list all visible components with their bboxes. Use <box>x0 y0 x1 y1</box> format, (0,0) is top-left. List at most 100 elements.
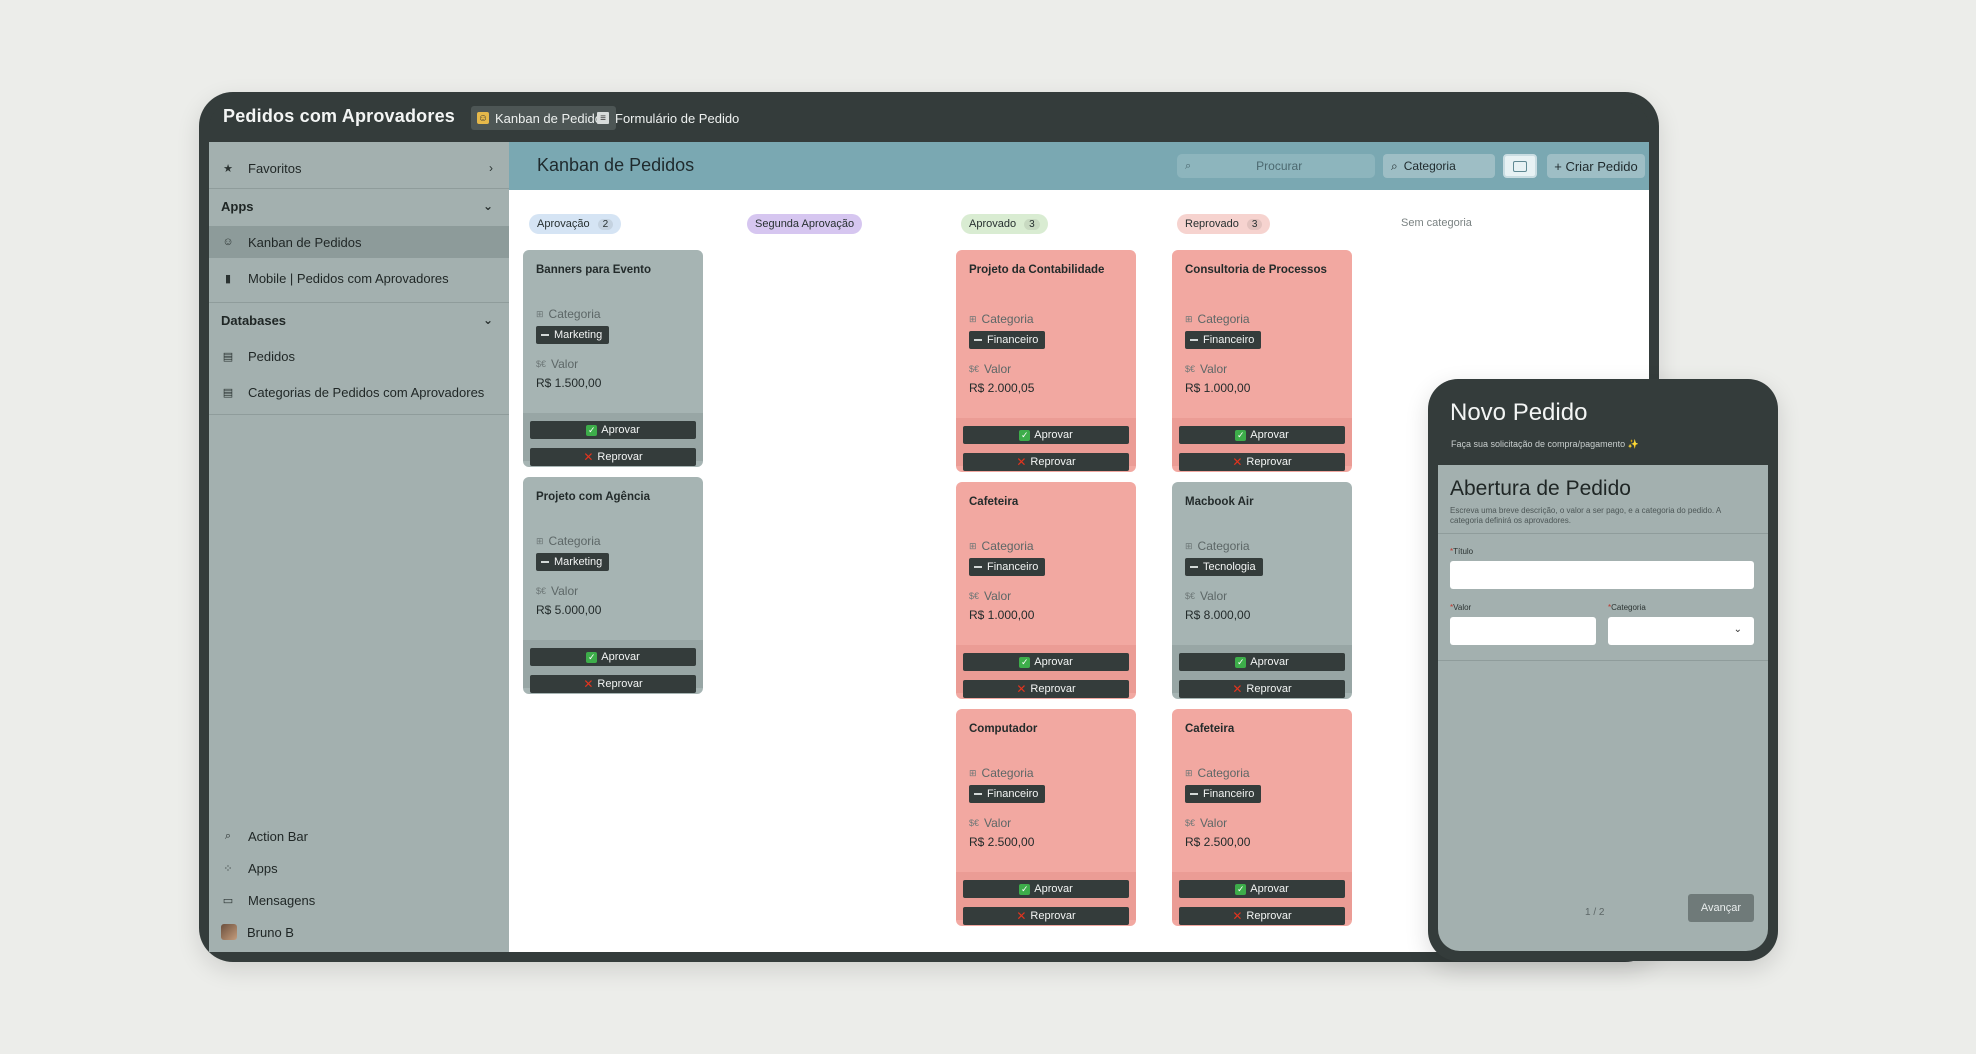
sidebar-user[interactable]: Bruno B <box>209 916 509 948</box>
sidebar-label: Apps <box>248 860 278 876</box>
check-icon: ✓ <box>1019 429 1031 441</box>
field-label-title: *Título <box>1450 547 1473 556</box>
card-actions: ✓ Aprovar ✕ Reprovar <box>956 872 1136 925</box>
button-label: Aprovar <box>1250 656 1289 668</box>
approve-button[interactable]: ✓ Aprovar <box>530 648 696 666</box>
category-tag: Financeiro <box>1185 331 1262 349</box>
field-label-value: *Valor <box>1450 603 1471 612</box>
category-filter-button[interactable]: ⌕ Categoria <box>1383 154 1495 178</box>
category-label: ⊞ Categoria <box>536 534 601 548</box>
cross-icon: ✕ <box>1016 682 1027 696</box>
approve-button[interactable]: ✓ Aprovar <box>963 653 1129 671</box>
kanban-card[interactable]: Cafeteira ⊞ Categoria Financeiro $€ Valor R$ 1… <box>956 482 1136 699</box>
title-input[interactable] <box>1450 561 1754 589</box>
check-icon: ✓ <box>586 424 598 436</box>
sidebar-databases-header[interactable]: Databases ⌄ <box>209 304 509 336</box>
cross-icon: ✕ <box>1232 909 1243 923</box>
reject-button[interactable]: ✕ Reprovar <box>963 680 1129 698</box>
approve-button[interactable]: ✓ Aprovar <box>1179 653 1345 671</box>
card-actions: ✓ Aprovar ✕ Reprovar <box>523 413 703 466</box>
approve-button[interactable]: ✓ Aprovar <box>1179 880 1345 898</box>
table-icon: ▤ <box>222 386 234 399</box>
create-order-button[interactable]: + Criar Pedido <box>1547 154 1645 178</box>
card-actions: ✓ Aprovar ✕ Reprovar <box>956 645 1136 698</box>
category-label: ⊞ Categoria <box>969 766 1034 780</box>
category-tag: Tecnologia <box>1185 558 1263 576</box>
label-text: Categoria <box>548 307 601 321</box>
button-label: Aprovar <box>1250 883 1289 895</box>
chevron-down-icon: ⌄ <box>482 199 493 213</box>
table-icon: ▤ <box>222 350 234 363</box>
search-icon: ⌕ <box>224 829 232 842</box>
category-label: ⊞ Categoria <box>1185 766 1250 780</box>
reject-button[interactable]: ✕ Reprovar <box>963 453 1129 471</box>
button-label: Aprovar <box>1034 883 1073 895</box>
sidebar-action-bar[interactable]: ⌕ Action Bar <box>209 820 509 852</box>
tab-form[interactable]: ≡ Formulário de Pedido <box>591 106 747 130</box>
button-label: Reprovar <box>1246 456 1292 468</box>
tag-icon <box>974 566 982 568</box>
category-label: ⊞ Categoria <box>536 307 601 321</box>
sidebar-apps-header[interactable]: Apps ⌄ <box>209 190 509 222</box>
reject-button[interactable]: ✕ Reprovar <box>963 907 1129 925</box>
sidebar-item-mobile[interactable]: ▮ Mobile | Pedidos com Aprovadores <box>209 262 509 294</box>
value-input[interactable] <box>1450 617 1596 645</box>
button-label: Categoria <box>1403 159 1456 173</box>
approve-button[interactable]: ✓ Aprovar <box>963 426 1129 444</box>
kanban-card[interactable]: Banners para Evento ⊞ Categoria Marketing $€… <box>523 250 703 467</box>
button-label: Reprovar <box>1030 910 1076 922</box>
approve-button[interactable]: ✓ Aprovar <box>530 421 696 439</box>
kanban-icon: ☺ <box>222 236 234 248</box>
sidebar-messages[interactable]: ▭ Mensagens <box>209 884 509 916</box>
card-title: Computador <box>969 723 1038 735</box>
category-label: ⊞ Categoria <box>1185 539 1250 553</box>
sidebar-label: Categorias de Pedidos com Aprovadores <box>248 384 485 400</box>
currency-icon: $€ <box>969 364 980 374</box>
sidebar-label: Mensagens <box>248 892 316 908</box>
kanban-card[interactable]: Cafeteira ⊞ Categoria Financeiro $€ Valor R$ 2… <box>1172 709 1352 926</box>
cross-icon: ✕ <box>1016 909 1027 923</box>
card-value: R$ 1.000,00 <box>1185 381 1251 395</box>
button-label: Reprovar <box>597 678 643 690</box>
next-button[interactable]: Avançar <box>1688 894 1754 922</box>
category-icon: ⊞ <box>536 535 544 546</box>
kanban-card[interactable]: Computador ⊞ Categoria Financeiro $€ Valor R$ … <box>956 709 1136 926</box>
category-select[interactable]: ⌄ <box>1608 617 1754 645</box>
category-tag: Financeiro <box>969 331 1046 349</box>
approve-button[interactable]: ✓ Aprovar <box>963 880 1129 898</box>
cross-icon: ✕ <box>1232 455 1243 469</box>
category-label: ⊞ Categoria <box>1185 312 1250 326</box>
approve-button[interactable]: ✓ Aprovar <box>1179 426 1345 444</box>
page-title: Kanban de Pedidos <box>537 155 695 175</box>
sidebar-item-categorias[interactable]: ▤ Categorias de Pedidos com Aprovadores <box>209 376 509 408</box>
kanban-card[interactable]: Consultoria de Processos ⊞ Categoria Financ… <box>1172 250 1352 472</box>
currency-icon: $€ <box>1185 591 1196 601</box>
value-label: $€ Valor <box>536 584 578 598</box>
kanban-card[interactable]: Projeto da Contabilidade ⊞ Categoria Financ… <box>956 250 1136 472</box>
reject-button[interactable]: ✕ Reprovar <box>530 448 696 466</box>
kanban-card[interactable]: Projeto com Agência ⊞ Categoria Marketing $€… <box>523 477 703 694</box>
currency-icon: $€ <box>969 591 980 601</box>
kanban-card[interactable]: Macbook Air ⊞ Categoria Tecnologia $€ Valor R$… <box>1172 482 1352 699</box>
sidebar-apps[interactable]: ⁘ Apps <box>209 852 509 884</box>
tag-icon <box>1190 793 1198 795</box>
reject-button[interactable]: ✕ Reprovar <box>530 675 696 693</box>
sidebar-item-pedidos[interactable]: ▤ Pedidos <box>209 340 509 372</box>
reject-button[interactable]: ✕ Reprovar <box>1179 907 1345 925</box>
value-label: $€ Valor <box>1185 816 1227 830</box>
sidebar-favorites[interactable]: ★ Favoritos › <box>209 152 509 184</box>
search-input[interactable]: ⌕ Procurar <box>1177 154 1375 178</box>
phone-subtitle: Faça sua solicitação de compra/pagamento… <box>1451 439 1639 449</box>
label-text: Valor <box>551 357 579 371</box>
sidebar-item-kanban[interactable]: ☺ Kanban de Pedidos <box>209 226 509 258</box>
reject-button[interactable]: ✕ Reprovar <box>1179 680 1345 698</box>
calendar-view-button[interactable] <box>1503 154 1537 178</box>
sidebar-label: Favoritos <box>248 160 302 176</box>
tag-icon <box>1190 566 1198 568</box>
value-label: $€ Valor <box>536 357 578 371</box>
search-placeholder: Procurar <box>1256 159 1303 173</box>
chevron-down-icon: ⌄ <box>1733 624 1742 635</box>
card-value: R$ 1.000,00 <box>969 608 1035 622</box>
card-title: Projeto com Agência <box>536 491 650 503</box>
reject-button[interactable]: ✕ Reprovar <box>1179 453 1345 471</box>
